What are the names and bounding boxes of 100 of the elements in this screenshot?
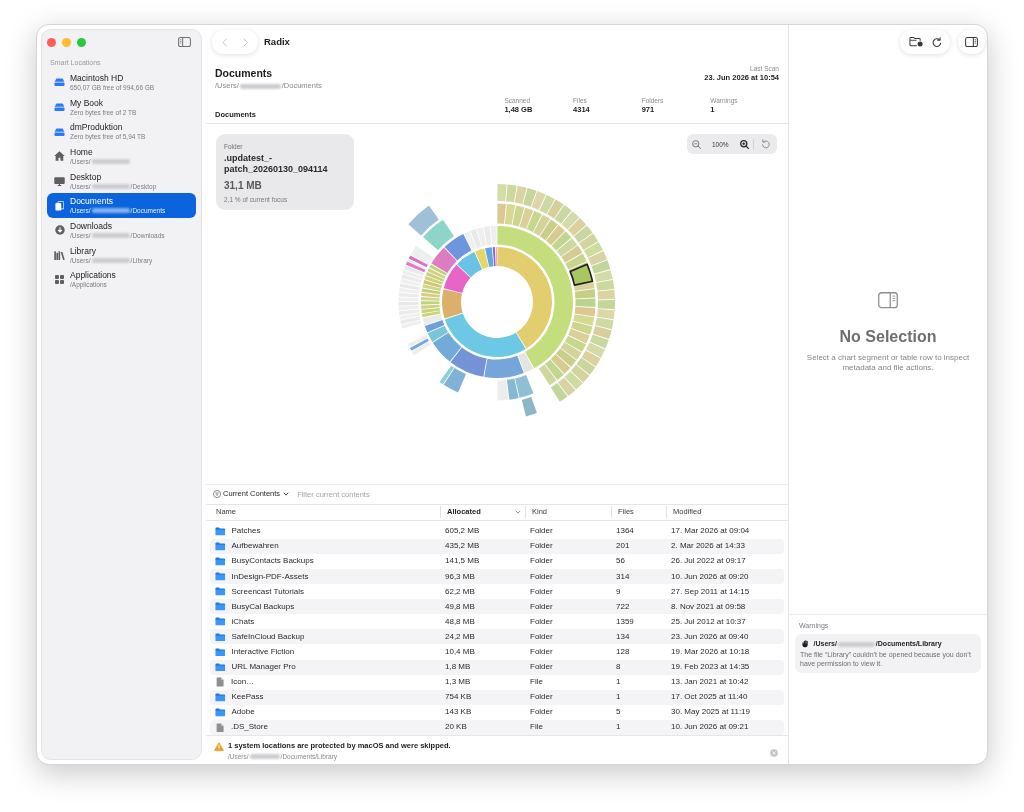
table-row[interactable]: URL Manager Pro 1,8 MB Folder 8 19. Feb 2023 at 14:35 (210, 659, 784, 675)
size-cell: 10,4 MB (445, 647, 475, 657)
count-cell: 1 (616, 692, 621, 703)
count-cell: 128 (616, 647, 630, 657)
kind-cell: Folder (530, 526, 553, 537)
kind-cell: File (530, 677, 543, 688)
folder-icon (215, 662, 226, 672)
kind-cell: Folder (530, 586, 553, 597)
file-name: BusyCal Backups (231, 601, 295, 612)
size-cell: 96,3 MB (445, 571, 475, 582)
size-cell: 1,3 MB (445, 677, 471, 688)
minimize-button[interactable] (62, 37, 71, 47)
file-name: .DS_Store (231, 722, 268, 733)
zoom-button[interactable] (77, 37, 86, 47)
file-name: URL Manager Pro (231, 662, 296, 673)
table-row[interactable]: KeePass 754 KB Folder 1 17. Oct 2025 at 11:40 (210, 689, 784, 705)
location-title: Documents (215, 66, 273, 81)
table-row[interactable]: SafeInCloud Backup 24,2 MB Folder 134 23. Jun 2026 at 09:40 (210, 629, 784, 645)
folder-icon (215, 632, 226, 642)
books-icon (54, 250, 65, 260)
zoom-in-icon[interactable] (739, 139, 749, 149)
count-cell: 9 (616, 586, 621, 597)
sunburst-ring[interactable] (442, 247, 552, 357)
close-button[interactable] (47, 37, 56, 47)
kind-cell: Folder (530, 556, 553, 567)
house-icon (54, 151, 65, 162)
sidebar-toggle-icon[interactable] (178, 36, 191, 48)
file-name: Icon… (231, 677, 255, 688)
date-cell: 8. Nov 2021 at 09:58 (671, 601, 746, 612)
table-row[interactable]: Aufbewahren 435,2 MB Folder 201 2. Mar 2026 at 14:33 (210, 538, 784, 554)
kind-cell: Folder (530, 707, 553, 718)
empty-description: Select a chart segment or table row to inspect metadata and file actions. (805, 352, 971, 373)
filter-icon (213, 490, 221, 499)
folder-badge-icon[interactable] (908, 36, 923, 48)
sort-chevron-icon (515, 510, 521, 515)
count-cell: 1 (616, 677, 621, 688)
folder-icon (215, 708, 226, 717)
kind-cell: Folder (530, 647, 553, 657)
size-cell: 62,2 MB (445, 586, 475, 597)
count-cell: 201 (616, 541, 630, 552)
folder-icon (215, 572, 226, 581)
count-cell: 1359 (616, 616, 634, 627)
folder-icon (215, 587, 226, 596)
table-row[interactable]: BusyCal Backups 49,8 MB Folder 722 8. Nov 2021 at 09:58 (210, 599, 784, 615)
download-icon (54, 225, 65, 236)
date-cell: 13. Jan 2021 at 10:42 (671, 677, 749, 688)
file-icon (216, 722, 224, 733)
size-cell: 143 KB (445, 707, 472, 718)
zoom-out-icon[interactable] (692, 139, 701, 149)
count-cell: 1 (616, 722, 621, 733)
folder-icon (215, 647, 226, 657)
documents-icon (54, 200, 65, 211)
folder-icon (215, 541, 226, 551)
drive-icon (54, 127, 65, 136)
close-icon[interactable] (770, 748, 778, 757)
file-name: SafeInCloud Backup (231, 631, 305, 642)
date-cell: 30. May 2025 at 11:19 (671, 707, 751, 718)
kind-cell: Folder (530, 616, 553, 627)
table-row[interactable]: InDesign-PDF-Assets 96,3 MB Folder 314 10. Jun 2026 at 09:20 (210, 568, 784, 585)
file-name: Adobe (231, 707, 255, 718)
file-name: Interactive Fiction (231, 647, 295, 657)
date-cell: 17. Oct 2025 at 11:40 (671, 692, 748, 703)
size-cell: 141,5 MB (445, 556, 480, 567)
date-cell: 26. Jul 2022 at 09:17 (671, 556, 746, 567)
warning-icon (214, 742, 224, 752)
file-name: Patches (231, 526, 261, 537)
file-name: iChats (231, 616, 255, 627)
date-cell: 23. Jun 2026 at 09:40 (671, 631, 749, 642)
file-name: BusyContacts Backups (231, 556, 314, 567)
folder-icon (215, 602, 226, 612)
file-icon (216, 677, 224, 688)
grid-icon (55, 275, 64, 285)
highlighted-segment[interactable] (569, 263, 594, 286)
kind-cell: Folder (530, 541, 553, 552)
file-name: Screencast Tutorials (231, 586, 304, 597)
size-text: 31,1 MB (224, 179, 262, 192)
drive-icon (54, 102, 65, 112)
date-cell: 19. Feb 2023 at 14:35 (671, 662, 750, 673)
count-cell: 314 (616, 571, 630, 582)
inspector-toggle-icon[interactable] (965, 36, 978, 48)
item-name: .updatest_-patch_20260130_094114 (224, 153, 329, 175)
kind-cell: Folder (530, 662, 553, 673)
kind-cell: File (530, 722, 543, 733)
date-cell: 25. Jul 2012 at 10:37 (671, 616, 746, 627)
reset-icon[interactable] (760, 139, 770, 149)
date-cell: 27. Sep 2011 at 14:15 (671, 586, 750, 597)
date-cell: 10. Jun 2026 at 09:20 (671, 571, 749, 582)
size-cell: 20 KB (445, 722, 467, 733)
table-row[interactable]: .DS_Store 20 KB File 1 10. Jun 2026 at 09:21 (210, 719, 784, 735)
count-cell: 8 (616, 662, 621, 673)
date-cell: 17. Mar 2026 at 09:04 (671, 526, 750, 537)
drive-icon (54, 78, 65, 87)
monitor-icon (54, 176, 65, 186)
kind-cell: Folder (530, 692, 553, 703)
kind-cell: Folder (530, 601, 553, 612)
window-title: Radix (264, 34, 290, 49)
date-cell: 10. Jun 2026 at 09:21 (671, 722, 749, 733)
count-cell: 134 (616, 631, 630, 642)
file-name: Aufbewahren (231, 541, 279, 552)
refresh-icon[interactable] (931, 36, 942, 48)
